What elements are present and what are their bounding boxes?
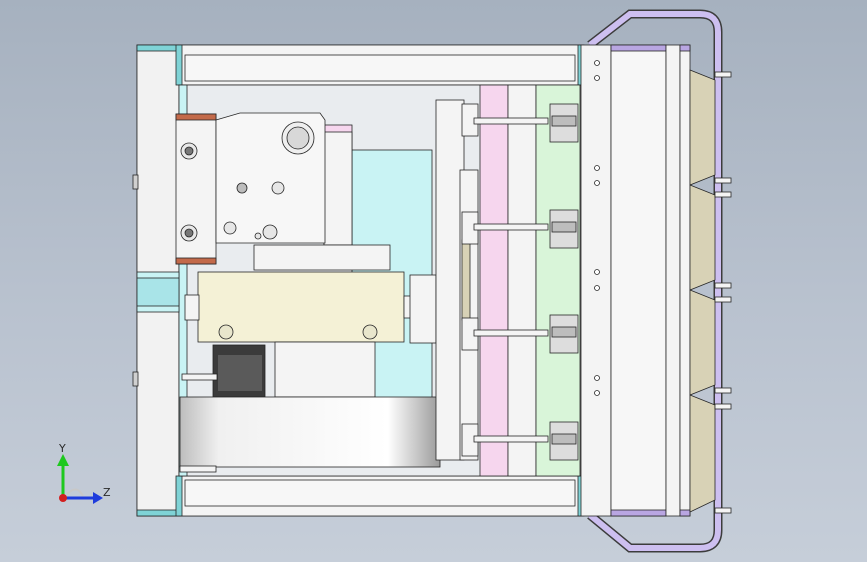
z-arrow-head: [93, 492, 103, 504]
rotation-arc-icon: [66, 488, 84, 497]
y-arrow-head: [57, 454, 69, 466]
support-plates[interactable]: [435, 84, 581, 477]
y-axis-label: Y: [59, 442, 66, 455]
z-axis-label: Z: [103, 486, 111, 499]
right-mold-plates[interactable]: [580, 44, 691, 517]
slide-block[interactable]: [184, 271, 437, 344]
cavity-inserts[interactable]: [689, 69, 732, 514]
x-axis-dot: [59, 494, 67, 502]
mold-assembly-model[interactable]: [0, 0, 867, 562]
cad-viewport[interactable]: Y Z: [0, 0, 867, 562]
orientation-triad: [45, 440, 120, 510]
